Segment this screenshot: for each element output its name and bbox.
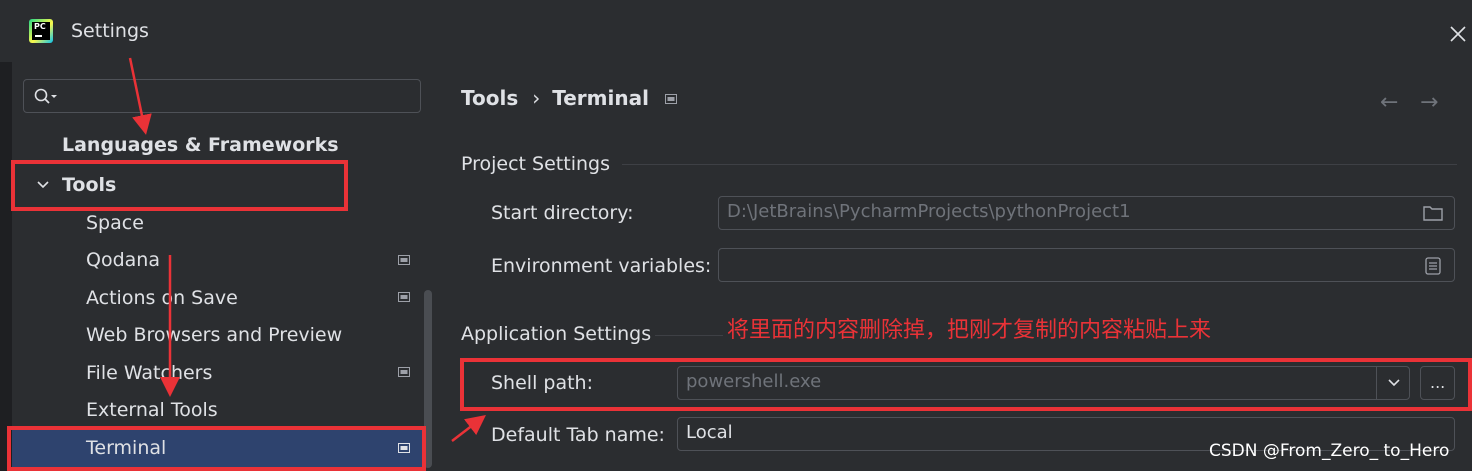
annotation-text: 将里面的内容删除掉，把刚才复制的内容粘贴上来 [727,318,1212,343]
annotation-arrow [128,57,152,135]
watermark: CSDN @From_Zero_ to_Hero [1209,441,1450,461]
annotation-arrow [451,414,486,442]
annotation-arrows [128,57,486,442]
